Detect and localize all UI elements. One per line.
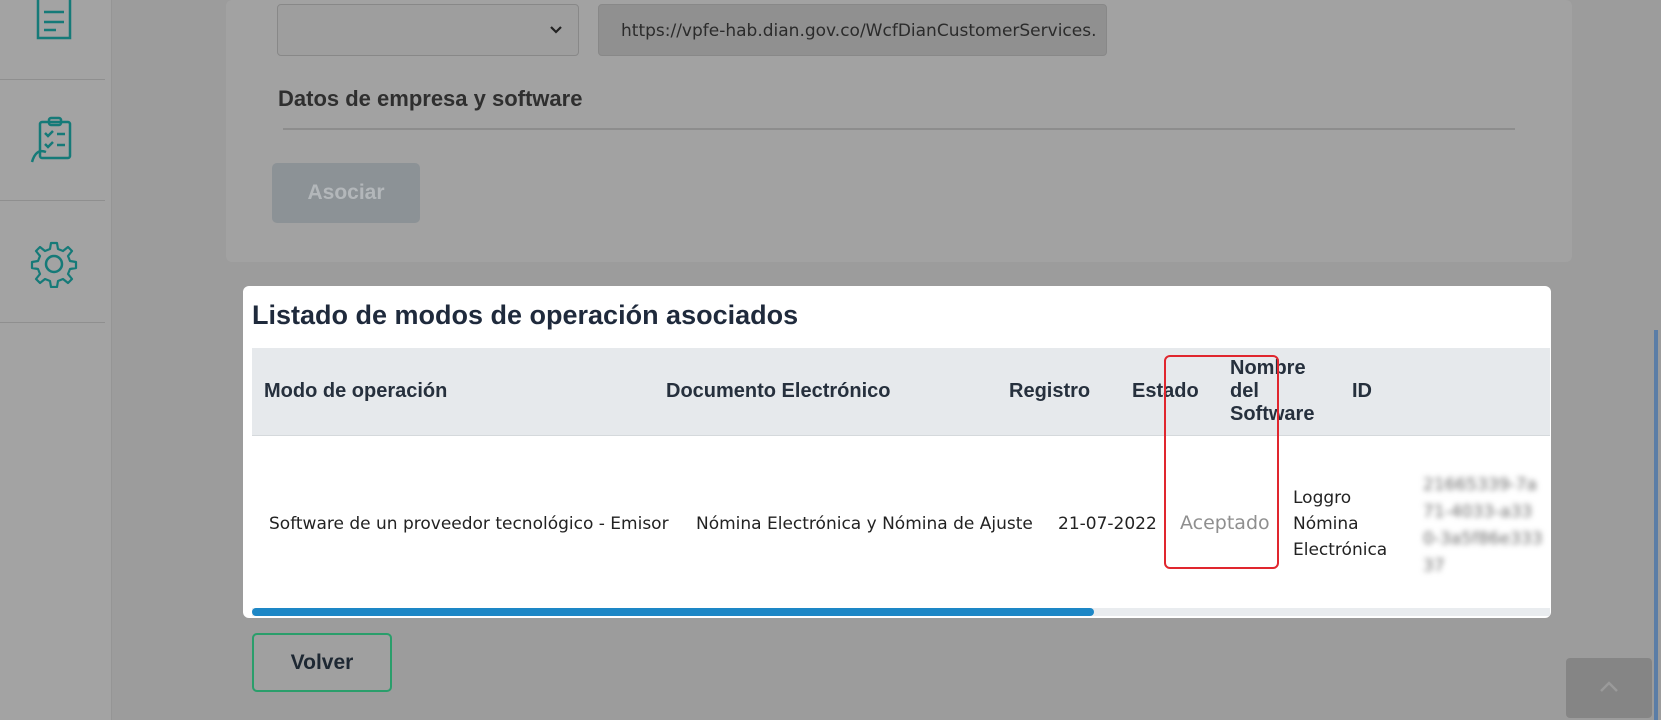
section-divider bbox=[283, 128, 1515, 130]
cell-nombre: Loggro Nómina Electrónica bbox=[1293, 488, 1388, 560]
column-header-modo: Modo de operación bbox=[264, 380, 448, 402]
operation-mode-select[interactable] bbox=[277, 4, 579, 56]
sidebar-divider bbox=[0, 322, 105, 323]
estado-highlight bbox=[1164, 355, 1279, 569]
column-header-registro: Registro bbox=[1009, 380, 1091, 402]
page-scrollbar[interactable] bbox=[1654, 330, 1658, 720]
column-header-documento: Documento Electrónico bbox=[666, 380, 891, 402]
section-title: Datos de empresa y software bbox=[278, 86, 583, 111]
sidebar-divider bbox=[0, 79, 105, 80]
document-icon[interactable] bbox=[30, 0, 78, 48]
horizontal-scrollbar-thumb[interactable] bbox=[252, 608, 1094, 616]
chevron-down-icon bbox=[548, 21, 564, 37]
cell-modo: Software de un proveedor tecnológico - E… bbox=[269, 514, 669, 534]
sidebar bbox=[0, 0, 112, 720]
table-header: Modo de operación Documento Electrónico … bbox=[252, 348, 1550, 436]
cell-id: 21665339-7a71-4033-a330-3a5f86e33337 bbox=[1423, 475, 1543, 576]
cell-registro: 21-07-2022 bbox=[1058, 514, 1157, 534]
gear-icon[interactable] bbox=[30, 240, 78, 289]
volver-button[interactable]: Volver bbox=[252, 633, 392, 692]
associated-modes-card: Listado de modos de operación asociados … bbox=[243, 286, 1551, 618]
url-field[interactable]: https://vpfe-hab.dian.gov.co/WcfDianCust… bbox=[598, 4, 1107, 56]
clipboard-checklist-icon[interactable] bbox=[30, 116, 78, 164]
cell-documento: Nómina Electrónica y Nómina de Ajuste bbox=[696, 514, 1033, 534]
scroll-to-top-button[interactable] bbox=[1566, 658, 1652, 718]
card-title: Listado de modos de operación asociados bbox=[252, 300, 799, 330]
chevron-up-icon bbox=[1600, 681, 1618, 692]
sidebar-divider bbox=[0, 200, 105, 201]
asociar-button[interactable]: Asociar bbox=[272, 163, 420, 223]
column-header-id: ID bbox=[1352, 380, 1372, 402]
